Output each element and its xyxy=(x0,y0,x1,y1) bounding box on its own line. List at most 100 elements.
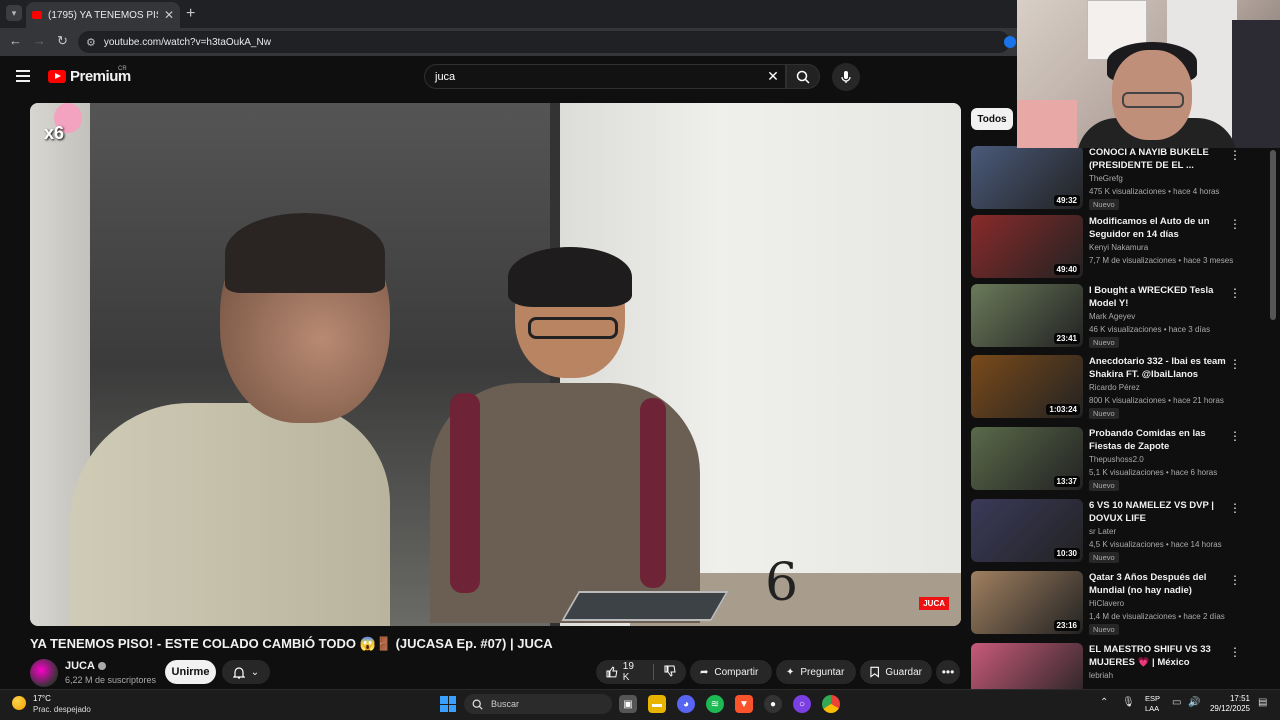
sidebar-scrollbar[interactable] xyxy=(1270,150,1276,320)
video-duration: 10:30 xyxy=(1053,548,1080,559)
windows-start-icon[interactable] xyxy=(440,696,456,712)
volume-icon[interactable]: 🔊 xyxy=(1188,697,1200,708)
network-icon[interactable]: ▭ xyxy=(1172,697,1181,708)
recommendation-channel[interactable]: Mark Ageyev xyxy=(1089,312,1135,321)
back-icon[interactable]: ← xyxy=(9,33,22,48)
more-options-icon[interactable]: ⋮ xyxy=(1229,148,1241,162)
video-thumbnail[interactable]: 13:37 xyxy=(971,427,1083,490)
language-indicator[interactable]: ESP LAA xyxy=(1145,694,1160,714)
address-bar[interactable]: ⚙ youtube.com/watch?v=h3taOukA_Nw xyxy=(78,31,1016,53)
spotify-icon[interactable]: ≋ xyxy=(706,695,724,713)
recommendation-title[interactable]: I Bought a WRECKED Tesla Model Y! xyxy=(1089,284,1229,310)
save-button[interactable]: Guardar xyxy=(860,660,932,684)
recommendation-title[interactable]: 6 VS 10 NAMELEZ VS DVP | DOVUX LIFE xyxy=(1089,499,1229,525)
recommendation-meta: 4,5 K visualizaciones • hace 14 horas xyxy=(1089,540,1222,549)
system-clock[interactable]: 17:51 29/12/2025 xyxy=(1208,694,1250,714)
video-duration: 13:37 xyxy=(1053,476,1080,487)
microphone-tray-icon[interactable]: 🎙 xyxy=(1122,697,1135,708)
search-button[interactable] xyxy=(786,64,820,89)
tab-search-button[interactable]: ▾ xyxy=(6,5,22,21)
menu-icon[interactable] xyxy=(16,70,30,82)
join-button[interactable]: Unirme xyxy=(165,660,216,684)
video-thumbnail[interactable]: 10:30 xyxy=(971,499,1083,562)
obs-icon[interactable]: ○ xyxy=(793,695,811,713)
weather-temperature[interactable]: 17°C xyxy=(33,694,51,703)
github-icon[interactable]: ● xyxy=(764,695,782,713)
new-badge: Nuevo xyxy=(1089,552,1119,563)
notifications-button[interactable]: ⌄ xyxy=(222,660,270,684)
recommendation-item[interactable]: 1:03:24 Anecdotario 332 - Ibai es team Sh… xyxy=(971,355,1251,421)
video-thumbnail[interactable]: 49:40 xyxy=(971,215,1083,278)
video-thumbnail[interactable]: 1:03:24 xyxy=(971,355,1083,418)
notification-icon[interactable]: ▤ xyxy=(1258,697,1267,708)
recommendation-channel[interactable]: sr Later xyxy=(1089,527,1116,536)
discord-icon[interactable]: ◕ xyxy=(677,695,695,713)
new-tab-button[interactable]: + xyxy=(186,5,195,23)
dislike-button[interactable] xyxy=(664,665,676,680)
recommendation-meta: 7,7 M de visualizaciones • hace 3 meses xyxy=(1089,256,1234,265)
video-thumbnail[interactable]: 23:16 xyxy=(971,571,1083,634)
video-thumbnail[interactable]: 49:32 xyxy=(971,146,1083,209)
brave-icon[interactable]: ▼ xyxy=(735,695,753,713)
site-info-icon[interactable]: ⚙ xyxy=(86,36,96,49)
youtube-favicon-icon xyxy=(32,11,42,19)
recommendation-meta: 475 K visualizaciones • hace 4 horas xyxy=(1089,187,1220,196)
reload-icon[interactable]: ↻ xyxy=(57,33,68,49)
filter-chip-all[interactable]: Todos xyxy=(971,108,1013,130)
more-options-icon[interactable]: ⋮ xyxy=(1229,286,1241,300)
recommendation-item[interactable]: 49:40 Modificamos el Auto de un Seguidor … xyxy=(971,215,1251,281)
recommendation-item[interactable]: 23:16 Qatar 3 Años Después del Mundial (n… xyxy=(971,571,1251,637)
channel-avatar[interactable] xyxy=(30,659,58,687)
recommendation-channel[interactable]: HiClavero xyxy=(1089,599,1124,608)
recommendation-title[interactable]: Probando Comidas en las Fiestas de Zapot… xyxy=(1089,427,1229,453)
chrome-icon[interactable] xyxy=(822,695,840,713)
recommendation-meta: 46 K visualizaciones • hace 3 días xyxy=(1089,325,1211,334)
close-tab-icon[interactable]: ✕ xyxy=(164,8,174,22)
recommendation-item[interactable]: 49:32 CONOCÍ A NAYIB BUKELE (PRESIDENTE D… xyxy=(971,146,1251,212)
recommendation-channel[interactable]: TheGrefg xyxy=(1089,174,1123,183)
like-button[interactable]: 19 K xyxy=(606,661,643,683)
file-explorer-icon[interactable]: ▬ xyxy=(648,695,666,713)
recommendation-item[interactable]: 10:30 6 VS 10 NAMELEZ VS DVP | DOVUX LIFE… xyxy=(971,499,1251,565)
more-options-icon[interactable]: ⋮ xyxy=(1229,645,1241,659)
taskbar-search[interactable]: Buscar xyxy=(464,694,612,714)
forward-icon[interactable]: → xyxy=(33,33,46,48)
video-thumbnail[interactable]: 23:41 xyxy=(971,284,1083,347)
recommendation-channel[interactable]: Kenyi Nakamura xyxy=(1089,243,1148,252)
task-view-icon[interactable]: ▣ xyxy=(619,695,637,713)
recommendation-item[interactable]: 13:37 Probando Comidas en las Fiestas de … xyxy=(971,427,1251,493)
recommendation-title[interactable]: Anecdotario 332 - Ibai es team Shakira F… xyxy=(1089,355,1229,381)
more-options-icon[interactable]: ⋮ xyxy=(1229,501,1241,515)
recommendation-channel[interactable]: Ricardo Pérez xyxy=(1089,383,1140,392)
tab-title: (1795) YA TENEMOS PISO! - ESTE xyxy=(48,9,158,21)
more-options-icon[interactable]: ⋮ xyxy=(1229,357,1241,371)
recommendation-item[interactable]: 23:41 I Bought a WRECKED Tesla Model Y! Ma… xyxy=(971,284,1251,350)
channel-watermark[interactable]: JUCA xyxy=(919,597,949,610)
share-button[interactable]: ➦ Compartir xyxy=(690,660,772,684)
url-text: youtube.com/watch?v=h3taOukA_Nw xyxy=(103,36,271,48)
voice-search-button[interactable] xyxy=(832,63,860,91)
recommendation-title[interactable]: Modificamos el Auto de un Seguidor en 14… xyxy=(1089,215,1229,241)
recommendation-title[interactable]: EL MAESTRO SHIFU VS 33 MUJERES 💗 | Méxic… xyxy=(1089,643,1229,669)
recommendation-channel[interactable]: Thepushoss2.0 xyxy=(1089,455,1144,464)
clear-search-icon[interactable]: ✕ xyxy=(761,68,785,85)
recommendation-channel[interactable]: lebriah xyxy=(1089,671,1113,680)
video-player[interactable]: 6 x6 JUCA xyxy=(30,103,961,626)
more-options-icon[interactable]: ⋮ xyxy=(1229,429,1241,443)
more-options-icon[interactable]: ⋮ xyxy=(1229,573,1241,587)
search-input[interactable]: juca ✕ xyxy=(424,64,786,89)
more-actions-button[interactable]: ••• xyxy=(936,660,960,684)
youtube-premium-logo[interactable]: Premium CR xyxy=(48,66,131,85)
browser-tab[interactable]: (1795) YA TENEMOS PISO! - ESTE ✕ xyxy=(26,2,180,28)
recommendation-title[interactable]: CONOCÍ A NAYIB BUKELE (PRESIDENTE DE EL … xyxy=(1089,146,1229,172)
thumbs-up-icon xyxy=(606,666,618,678)
new-badge: Nuevo xyxy=(1089,624,1119,635)
more-options-icon[interactable]: ⋮ xyxy=(1229,217,1241,231)
channel-name[interactable]: JUCA xyxy=(65,660,106,672)
recommendation-title[interactable]: Qatar 3 Años Después del Mundial (no hay… xyxy=(1089,571,1229,597)
new-badge: Nuevo xyxy=(1089,408,1119,419)
ask-button[interactable]: ✦ Preguntar xyxy=(776,660,856,684)
chevron-up-icon[interactable]: ⌃ xyxy=(1100,697,1108,708)
weather-sun-icon[interactable] xyxy=(12,696,26,710)
profile-icon[interactable] xyxy=(1004,36,1016,48)
